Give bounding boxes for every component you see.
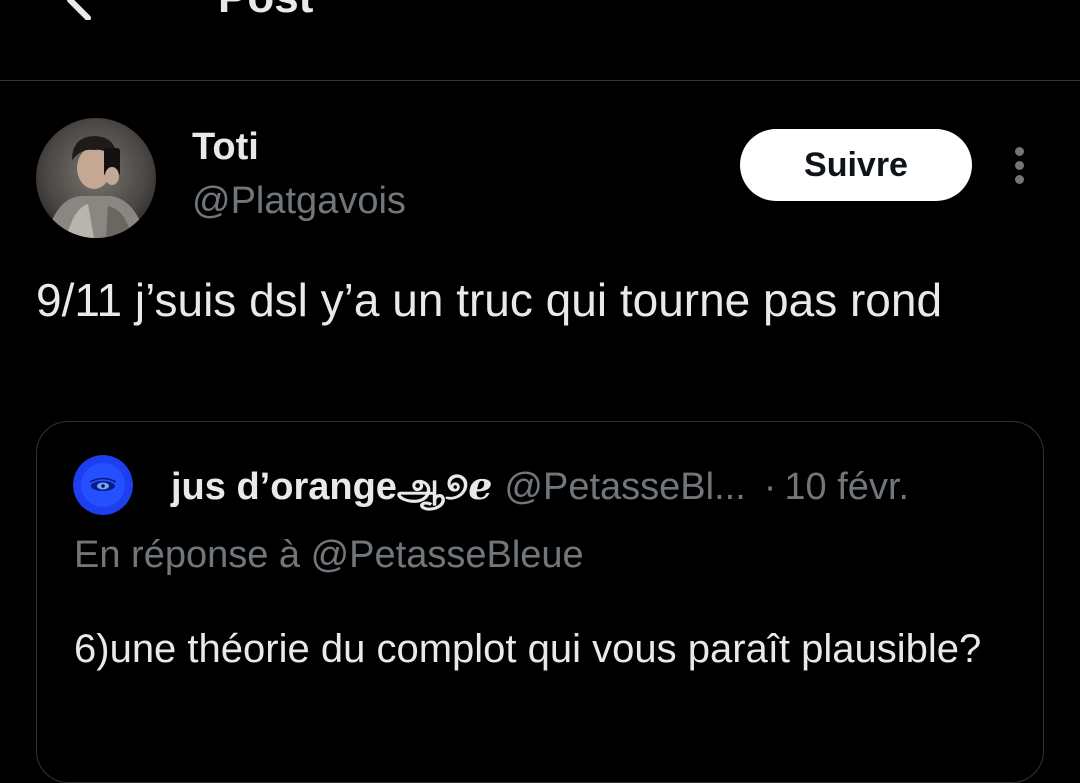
quoted-post-date[interactable]: 10 févr. xyxy=(784,466,909,508)
author-avatar[interactable] xyxy=(36,118,156,238)
back-button[interactable] xyxy=(48,0,108,20)
back-arrow-icon xyxy=(67,0,91,20)
more-options-button[interactable] xyxy=(1004,140,1036,190)
quoted-post-text: 6)une théorie du complot qui vous paraît… xyxy=(74,627,982,671)
quoted-author-avatar[interactable] xyxy=(73,455,133,515)
author-name[interactable]: Toti xyxy=(192,124,259,170)
quoted-author-name[interactable]: jus d’orangeஆ୭ℯ xyxy=(171,466,492,508)
quoted-post[interactable]: jus d’orangeஆ୭ℯ @PetasseBl... · 10 févr. En… xyxy=(36,421,1044,783)
meta-separator: · xyxy=(763,466,777,508)
post-text: 9/11 j’suis dsl y’a un truc qui tourne p… xyxy=(36,274,943,326)
reply-context: En réponse à @PetasseBleue xyxy=(74,534,584,576)
top-bar: Post xyxy=(0,0,1080,81)
quoted-author-handle[interactable]: @PetasseBl... xyxy=(504,466,745,508)
author-handle[interactable]: @Platgavois xyxy=(192,178,406,224)
page-title: Post xyxy=(218,0,313,24)
quoted-post-meta: jus d’orangeஆ୭ℯ @PetasseBl... · 10 févr. xyxy=(171,462,1021,512)
follow-button[interactable]: Suivre xyxy=(740,129,972,201)
